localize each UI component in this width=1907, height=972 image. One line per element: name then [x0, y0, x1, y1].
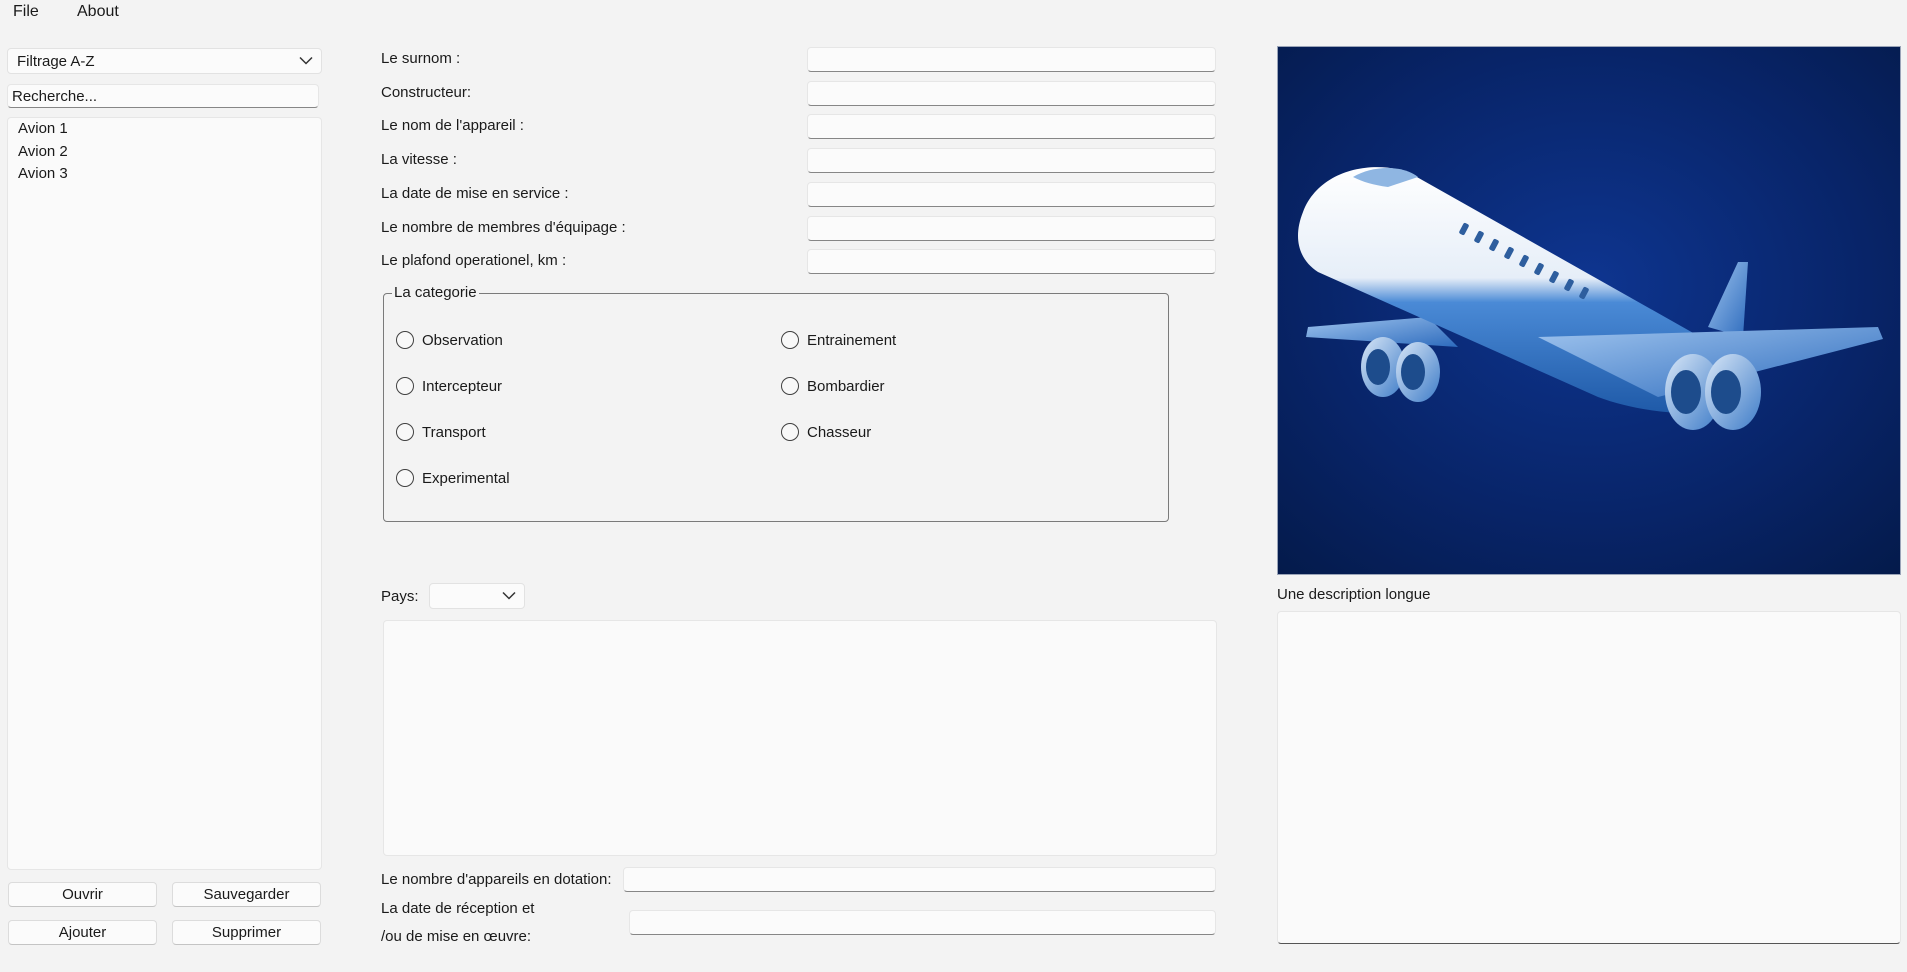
radio-label: Transport [422, 423, 486, 441]
menu-file[interactable]: File [13, 3, 39, 21]
radio-circle[interactable] [396, 423, 414, 441]
manufacturer-input[interactable] [807, 81, 1216, 106]
reception-label-line2: /ou de mise en œuvre: [381, 928, 532, 945]
aircraft-name-input[interactable] [807, 114, 1216, 139]
radio-label: Observation [422, 331, 503, 349]
count-input[interactable] [623, 867, 1216, 892]
radio-label: Entrainement [807, 331, 897, 349]
service-date-label: La date de mise en service : [381, 185, 569, 202]
crew-label: Le nombre de membres d'équipage : [381, 219, 626, 236]
reception-input[interactable] [629, 910, 1216, 935]
reception-label-line1: La date de réception et [381, 900, 535, 917]
radio-circle[interactable] [396, 331, 414, 349]
radio-label: Experimental [422, 469, 510, 487]
nickname-input[interactable] [807, 47, 1216, 72]
ceiling-label: Le plafond operationel, km : [381, 252, 567, 269]
category-title: La categorie [392, 284, 479, 301]
aircraft-name-label: Le nom de l'appareil : [381, 117, 524, 134]
radio-circle[interactable] [781, 423, 799, 441]
sort-combo[interactable]: Filtrage A-Z [7, 48, 322, 74]
delete-button[interactable]: Supprimer [172, 920, 321, 945]
chevron-down-icon [299, 56, 313, 65]
radio-circle[interactable] [396, 377, 414, 395]
search-input[interactable]: Recherche... [7, 84, 319, 108]
description-label: Une description longue [1277, 586, 1431, 603]
save-button[interactable]: Sauvegarder [172, 882, 321, 907]
radio-label: Chasseur [807, 423, 872, 441]
list-item[interactable]: Avion 2 [18, 143, 68, 160]
search-placeholder: Recherche... [12, 87, 98, 105]
count-label: Le nombre d'appareils en dotation: [381, 871, 612, 888]
description-text-area[interactable] [1277, 611, 1901, 944]
list-item[interactable]: Avion 3 [18, 165, 68, 182]
radio-experimental[interactable]: Experimental [396, 469, 510, 487]
airplane-icon [1278, 47, 1900, 574]
radio-transport[interactable]: Transport [396, 423, 486, 441]
add-button[interactable]: Ajouter [8, 920, 157, 945]
radio-chasseur[interactable]: Chasseur [781, 423, 871, 441]
menu-about[interactable]: About [77, 3, 119, 21]
service-date-input[interactable] [807, 182, 1216, 207]
radio-circle[interactable] [396, 469, 414, 487]
radio-label: Intercepteur [422, 377, 503, 395]
radio-circle[interactable] [781, 377, 799, 395]
radio-circle[interactable] [781, 331, 799, 349]
manufacturer-label: Constructeur: [381, 84, 472, 101]
radio-bombardier[interactable]: Bombardier [781, 377, 885, 395]
radio-observation[interactable]: Observation [396, 331, 503, 349]
country-combo[interactable] [429, 583, 525, 609]
speed-label: La vitesse : [381, 151, 457, 168]
aircraft-list[interactable]: Avion 1 Avion 2 Avion 3 [7, 117, 322, 870]
ceiling-input[interactable] [807, 249, 1216, 274]
radio-label: Bombardier [807, 377, 885, 395]
radio-intercepteur[interactable]: Intercepteur [396, 377, 502, 395]
crew-input[interactable] [807, 216, 1216, 241]
category-groupbox [383, 293, 1169, 522]
list-item[interactable]: Avion 1 [18, 120, 68, 137]
chevron-down-icon [502, 591, 516, 600]
sort-combo-value: Filtrage A-Z [17, 52, 95, 70]
nickname-label: Le surnom : [381, 50, 461, 67]
menu-bar: File About [0, 0, 1907, 26]
country-text-area[interactable] [383, 620, 1217, 856]
aircraft-image [1277, 46, 1901, 575]
open-button[interactable]: Ouvrir [8, 882, 157, 907]
radio-entrainement[interactable]: Entrainement [781, 331, 896, 349]
speed-input[interactable] [807, 148, 1216, 173]
country-label: Pays: [381, 588, 419, 605]
